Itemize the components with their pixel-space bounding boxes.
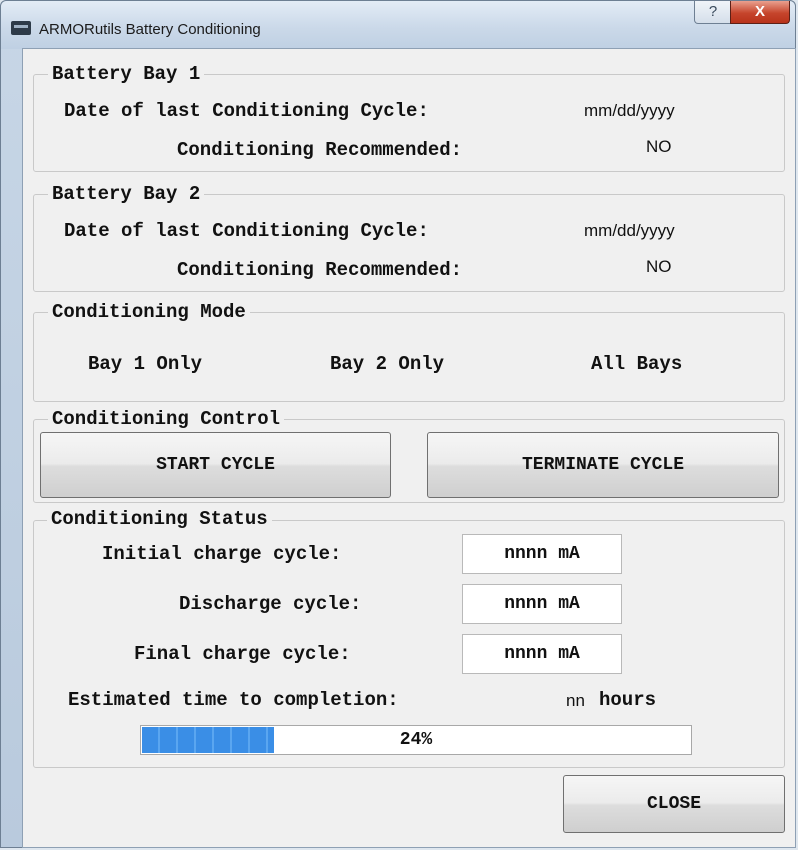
dialog-body: Battery Bay 1 Date of last Conditioning … xyxy=(22,48,796,848)
mode-option-bay-1[interactable]: Bay 1 Only xyxy=(88,353,202,375)
battery-bay-2-group: Battery Bay 2 Date of last Conditioning … xyxy=(33,183,785,292)
eta-label: Estimated time to completion: xyxy=(68,689,399,711)
mode-option-all-bays[interactable]: All Bays xyxy=(591,353,682,375)
final-charge-readout: nnnn mA xyxy=(462,634,622,674)
title-bar: ARMORutils Battery Conditioning ? X xyxy=(1,1,795,49)
close-button[interactable]: CLOSE xyxy=(563,775,785,833)
terminate-cycle-button[interactable]: TERMINATE CYCLE xyxy=(427,432,779,498)
conditioning-mode-legend: Conditioning Mode xyxy=(48,301,250,323)
final-charge-label: Final charge cycle: xyxy=(134,643,351,665)
battery-bay-1-legend: Battery Bay 1 xyxy=(48,63,205,85)
window-title: ARMORutils Battery Conditioning xyxy=(39,21,261,38)
bay2-recommended-label: Conditioning Recommended: xyxy=(177,259,463,281)
conditioning-control-legend: Conditioning Control xyxy=(48,408,285,430)
eta-value: nn xyxy=(566,691,585,710)
bay1-date-value: mm/dd/yyyy xyxy=(584,101,675,120)
conditioning-control-group: Conditioning Control START CYCLE TERMINA… xyxy=(33,408,785,503)
initial-charge-readout: nnnn mA xyxy=(462,534,622,574)
bay2-date-label: Date of last Conditioning Cycle: xyxy=(64,220,429,242)
conditioning-mode-group: Conditioning Mode Bay 1 Only Bay 2 Only … xyxy=(33,301,785,402)
help-button[interactable]: ? xyxy=(694,1,732,24)
bay2-date-value: mm/dd/yyyy xyxy=(584,221,675,240)
initial-charge-label: Initial charge cycle: xyxy=(102,543,342,565)
discharge-readout: nnnn mA xyxy=(462,584,622,624)
start-cycle-button[interactable]: START CYCLE xyxy=(40,432,391,498)
eta-unit: hours xyxy=(599,689,657,711)
bay2-recommended-value: NO xyxy=(646,257,672,276)
app-icon xyxy=(11,21,31,35)
bay1-recommended-label: Conditioning Recommended: xyxy=(177,139,463,161)
bay1-recommended-value: NO xyxy=(646,137,672,156)
battery-bay-1-group: Battery Bay 1 Date of last Conditioning … xyxy=(33,63,785,172)
discharge-label: Discharge cycle: xyxy=(179,593,362,615)
window-close-button[interactable]: X xyxy=(730,1,790,24)
conditioning-status-legend: Conditioning Status xyxy=(47,508,272,530)
battery-bay-2-legend: Battery Bay 2 xyxy=(48,183,205,205)
mode-option-bay-2[interactable]: Bay 2 Only xyxy=(330,353,444,375)
progress-percent-text: 24% xyxy=(399,730,433,750)
conditioning-progress-bar: 24% xyxy=(140,725,692,755)
bay1-date-label: Date of last Conditioning Cycle: xyxy=(64,100,429,122)
